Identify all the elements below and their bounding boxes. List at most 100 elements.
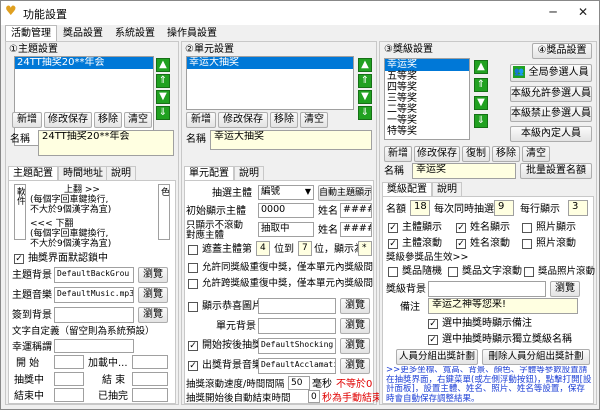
theme-name-field[interactable]: 24TT抽奖20**年会 (38, 130, 174, 156)
level-list-item[interactable]: 三等奖 (385, 93, 469, 104)
level-bg-browse-button[interactable]: 瀏覽 (550, 281, 580, 297)
unit-bg-field[interactable] (258, 318, 336, 334)
level-list-item[interactable]: 五等奖 (385, 71, 469, 82)
tab-time-address[interactable]: 時間地址 (58, 166, 108, 180)
add-group-plan-button[interactable]: 人員分組出獎計劃 (396, 349, 478, 365)
end-field[interactable] (132, 372, 168, 386)
tab-level-desc[interactable]: 說明 (432, 182, 462, 196)
start-music-checkbox[interactable]: ✓ (188, 341, 198, 351)
level-forbid-button[interactable]: 本級禁止參選人員 (510, 106, 592, 122)
unit-remove-button[interactable]: 移除 (270, 112, 298, 128)
tab-level-config[interactable]: 獎級配置 (382, 182, 432, 196)
unit-move-top-icon[interactable]: ⇑ (358, 74, 372, 88)
end-music-field[interactable]: DefaultAcclamation (258, 358, 336, 374)
level-bg-field[interactable] (428, 281, 546, 297)
tab-operator[interactable]: 操作員設置 (161, 25, 223, 41)
note-field[interactable]: 幸运之神等您来! (428, 298, 578, 314)
move-bottom-icon[interactable]: ⇓ (156, 106, 170, 120)
end-music-checkbox[interactable]: ✓ (188, 361, 198, 371)
cover-to-field[interactable]: 7 (298, 241, 312, 256)
tab-theme-desc[interactable]: 說明 (106, 166, 136, 180)
subject-roll-checkbox[interactable]: ✓ (388, 239, 398, 249)
level-list[interactable]: 幸运奖 五等奖 四等奖 三等奖 二等奖 一等奖 特等奖 (384, 58, 470, 140)
level-move-top-icon[interactable]: ⇑ (474, 78, 488, 92)
theme-clear-button[interactable]: 清空 (124, 112, 152, 128)
prize-setting-button[interactable]: ④獎品設置 (532, 43, 592, 59)
level-allow-button[interactable]: 本級允許參選人員 (510, 86, 592, 102)
theme-vertical-right[interactable]: 大地主題特色 (158, 184, 170, 240)
drawing-field[interactable] (54, 372, 84, 386)
delete-group-plan-button[interactable]: 刪除人員分組出獎計劃 (482, 349, 590, 365)
start-music-browse-button[interactable]: 瀏覽 (340, 338, 370, 354)
theme-list-item[interactable]: 24TT抽奖20**年会 (15, 57, 153, 69)
level-list-item[interactable]: 特等奖 (385, 126, 469, 137)
theme-vertical-left[interactable]: 神州易抽獎軟件 (14, 184, 26, 240)
level-list-item[interactable]: 一等奖 (385, 115, 469, 126)
unit-clear-button[interactable]: 清空 (300, 112, 328, 128)
prize-random-checkbox[interactable] (388, 267, 398, 277)
theme-bg-browse-button[interactable]: 瀏覽 (138, 267, 168, 283)
level-internal-button[interactable]: 本級內定人員 (510, 126, 592, 142)
speed-field[interactable]: 50 (288, 376, 310, 390)
tab-activity[interactable]: 活動管理 (5, 25, 57, 41)
allow-dup-checkbox[interactable] (188, 263, 198, 273)
lucky-title-field[interactable] (54, 339, 134, 353)
start-field[interactable] (54, 355, 84, 369)
name-show-checkbox[interactable]: ✓ (456, 223, 466, 233)
initial-display-field[interactable]: 0000 (258, 203, 314, 218)
cover-from-field[interactable]: 4 (256, 241, 270, 256)
unit-bg-browse-button[interactable]: 瀏覽 (340, 318, 370, 334)
minimize-button[interactable]: ─ (539, 1, 567, 23)
tab-system[interactable]: 系統設置 (109, 25, 161, 41)
all-participants-button[interactable]: 👥 全局參選人員 (510, 64, 592, 82)
static-display-field[interactable]: 抽取中 (258, 222, 314, 237)
level-move-bottom-icon[interactable]: ⇓ (474, 114, 488, 128)
end-music-browse-button[interactable]: 瀏覽 (340, 358, 370, 374)
level-add-button[interactable]: 新增 (384, 146, 412, 162)
theme-music-browse-button[interactable]: 瀏覽 (138, 287, 168, 303)
photo-show-checkbox[interactable] (522, 223, 532, 233)
move-down-icon[interactable]: ▼ (156, 90, 170, 104)
level-list-item[interactable]: 二等奖 (385, 104, 469, 115)
subject-show-checkbox[interactable]: ✓ (388, 223, 398, 233)
allow-cross-checkbox[interactable] (188, 279, 198, 289)
unit-save-button[interactable]: 修改保存 (218, 112, 268, 128)
auto-theme-button[interactable]: 自動主題顯示 (318, 185, 372, 201)
tab-prize[interactable]: 獎品設置 (57, 25, 109, 41)
unit-name-field[interactable]: 幸运大抽奖 (210, 130, 372, 150)
unit-list[interactable]: 幸运大抽奖 (186, 56, 354, 110)
tab-unit-config[interactable]: 單元配置 (184, 166, 234, 180)
unit-add-button[interactable]: 新增 (186, 112, 216, 128)
theme-save-button[interactable]: 修改保存 (44, 112, 92, 128)
tab-theme-config[interactable]: 主題配置 (8, 166, 58, 180)
level-clear-button[interactable]: 清空 (522, 146, 550, 162)
level-move-down-icon[interactable]: ▼ (474, 96, 488, 110)
theme-remove-button[interactable]: 移除 (94, 112, 122, 128)
batch-quota-button[interactable]: 批量設置名額 (520, 163, 592, 179)
theme-music-field[interactable]: DefaultMusic.mp3 (54, 287, 134, 303)
show-note-checkbox[interactable]: ✓ (428, 319, 438, 329)
prize-pic-checkbox[interactable] (524, 267, 534, 277)
unit-move-up-icon[interactable]: ▲ (358, 58, 372, 72)
level-move-up-icon[interactable]: ▲ (474, 60, 488, 74)
close-button[interactable]: ✕ (569, 1, 597, 23)
level-name-field[interactable]: 幸运奖 (412, 163, 516, 179)
show-pic-field[interactable] (258, 298, 336, 314)
move-up-icon[interactable]: ▲ (156, 58, 170, 72)
done-field[interactable] (132, 388, 168, 402)
per-draw-field[interactable]: 9 (494, 200, 514, 216)
auto-end-field[interactable]: 0 (308, 390, 320, 403)
photo-roll-checkbox[interactable] (522, 239, 532, 249)
initial-name-field[interactable]: #### (340, 203, 372, 218)
start-music-field[interactable]: DefaultShocking.mp3 (258, 338, 336, 354)
show-level-name-checkbox[interactable]: ✓ (428, 335, 438, 345)
level-list-item[interactable]: 幸运奖 (385, 59, 469, 71)
quota-field[interactable]: 18 (410, 200, 430, 216)
unit-move-down-icon[interactable]: ▼ (358, 90, 372, 104)
show-pic-browse-button[interactable]: 瀏覽 (340, 298, 370, 314)
draw-subject-select[interactable]: 編號 ▼ (258, 185, 314, 200)
level-remove-button[interactable]: 移除 (492, 146, 520, 162)
theme-add-button[interactable]: 新增 (12, 112, 42, 128)
level-list-item[interactable]: 四等奖 (385, 82, 469, 93)
per-row-field[interactable]: 3 (568, 200, 588, 216)
